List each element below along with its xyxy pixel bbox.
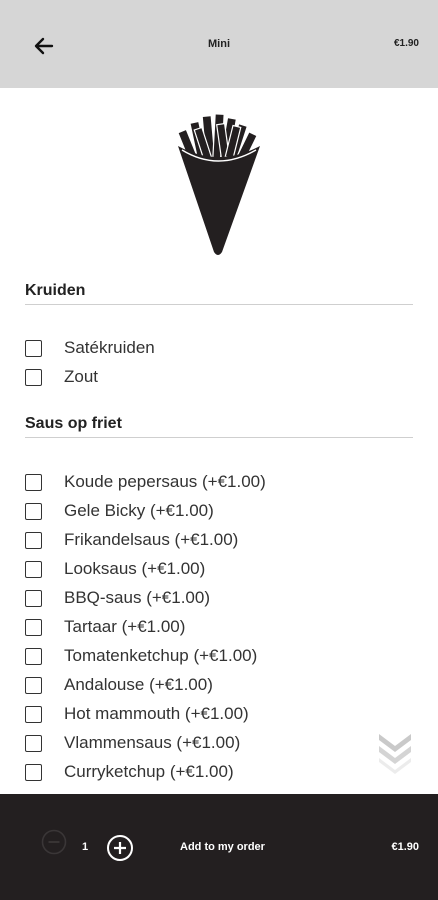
option-label: Satékruiden <box>64 338 155 357</box>
option-label: Gele Bicky (+€1.00) <box>64 501 214 520</box>
checkbox[interactable] <box>25 589 42 607</box>
option-curryketchup[interactable]: Curryketchup (+€1.00) <box>25 760 234 784</box>
checkbox[interactable] <box>25 647 42 665</box>
section-title-saus-op-friet: Saus op friet <box>25 415 413 438</box>
option-label: Frikandelsaus (+€1.00) <box>64 530 239 549</box>
checkbox[interactable] <box>25 618 42 636</box>
checkbox[interactable] <box>25 339 42 357</box>
option-label: Curryketchup (+€1.00) <box>64 762 234 781</box>
add-to-order-button[interactable]: Add to my order <box>170 838 275 856</box>
checkbox[interactable] <box>25 560 42 578</box>
checkbox[interactable] <box>25 734 42 752</box>
option-andalouse[interactable]: Andalouse (+€1.00) <box>25 673 213 697</box>
fries-cone-icon <box>177 113 260 255</box>
option-label: Zout <box>64 367 99 386</box>
option-tomatenketchup[interactable]: Tomatenketchup (+€1.00) <box>25 644 257 668</box>
plus-circle-icon <box>107 835 133 861</box>
minus-circle-icon <box>41 829 67 855</box>
option-gele-bicky[interactable]: Gele Bicky (+€1.00) <box>25 499 214 523</box>
app-header: Mini €1.90 <box>0 0 438 88</box>
checkbox[interactable] <box>25 368 42 386</box>
checkbox[interactable] <box>25 502 42 520</box>
checkbox[interactable] <box>25 705 42 723</box>
option-label: Tomatenketchup (+€1.00) <box>64 646 258 665</box>
page-title: Mini <box>208 38 230 50</box>
option-label: Koude pepersaus (+€1.00) <box>64 472 266 491</box>
increase-quantity-button[interactable] <box>106 834 134 862</box>
header-price: €1.90 <box>393 38 419 49</box>
option-looksaus[interactable]: Looksaus (+€1.00) <box>25 557 205 581</box>
option-bbq-saus[interactable]: BBQ-saus (+€1.00) <box>25 586 210 610</box>
option-frikandelsaus[interactable]: Frikandelsaus (+€1.00) <box>25 528 238 552</box>
quantity-value: 1 <box>82 841 89 853</box>
decrease-quantity-button[interactable] <box>41 829 67 855</box>
checkbox[interactable] <box>25 531 42 549</box>
product-image <box>170 112 266 258</box>
option-satekruiden[interactable]: Satékruiden <box>25 336 155 360</box>
scroll-down-button[interactable] <box>376 728 414 778</box>
option-tartaar[interactable]: Tartaar (+€1.00) <box>25 615 185 639</box>
option-label: Tartaar (+€1.00) <box>64 617 186 636</box>
option-label: Looksaus (+€1.00) <box>64 559 206 578</box>
option-zout[interactable]: Zout <box>25 365 98 389</box>
option-koude-pepersaus[interactable]: Koude pepersaus (+€1.00) <box>25 470 266 494</box>
option-vlammensaus[interactable]: Vlammensaus (+€1.00) <box>25 731 240 755</box>
order-bar: 1 Add to my order €1.90 <box>0 794 438 900</box>
section-title-kruiden: Kruiden <box>25 282 413 305</box>
checkbox[interactable] <box>25 473 42 491</box>
double-chevron-down-icon <box>379 734 411 774</box>
option-label: Hot mammouth (+€1.00) <box>64 704 249 723</box>
checkbox[interactable] <box>25 676 42 694</box>
option-hot-mammouth[interactable]: Hot mammouth (+€1.00) <box>25 702 249 726</box>
option-label: BBQ-saus (+€1.00) <box>64 588 210 607</box>
checkbox[interactable] <box>25 763 42 781</box>
option-label: Vlammensaus (+€1.00) <box>64 733 241 752</box>
order-total-price: €1.90 <box>391 841 419 853</box>
option-label: Andalouse (+€1.00) <box>64 675 213 694</box>
